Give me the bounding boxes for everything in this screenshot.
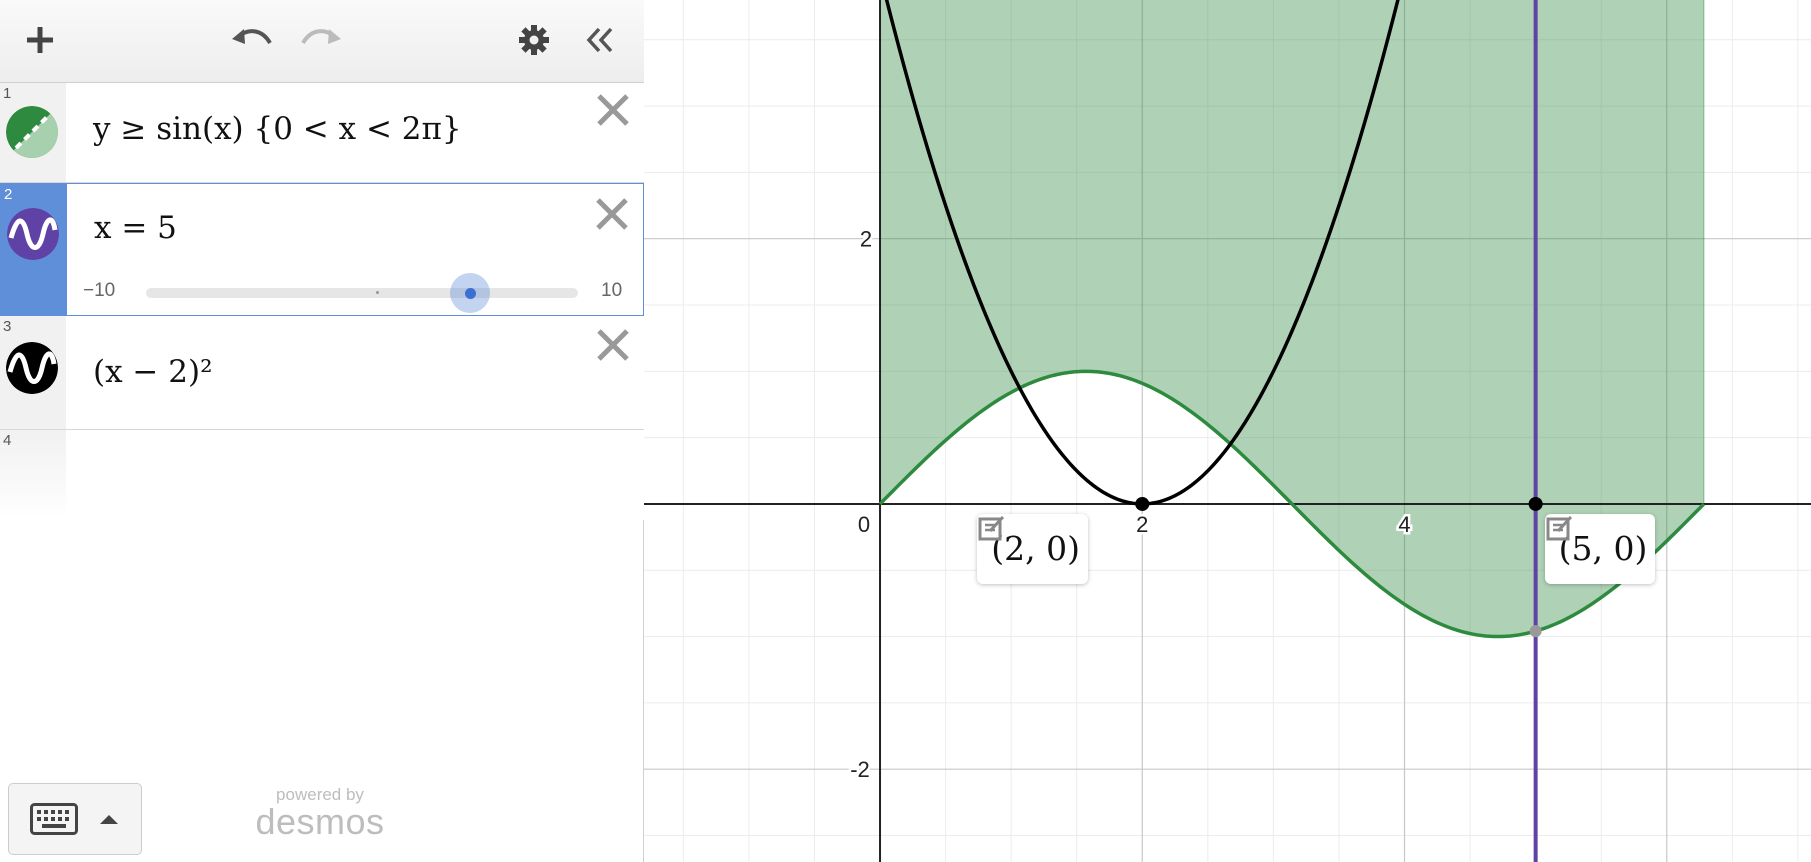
- slider-handle[interactable]: [450, 273, 490, 313]
- expression-math[interactable]: (x − 2)²: [93, 354, 213, 390]
- inequality-shading-icon[interactable]: [6, 106, 58, 158]
- x-tick-label-4: 4: [1398, 512, 1410, 537]
- settings-button[interactable]: [510, 16, 558, 64]
- edit-label-icon[interactable]: [977, 514, 1005, 542]
- powered-by-desmos[interactable]: powered by desmos: [250, 786, 390, 840]
- expression-row-1[interactable]: 1 y ≥ sin(x) {0 < x < 2π}: [0, 83, 644, 183]
- graph-canvas[interactable]: 0 2 4 2 -2: [644, 0, 1811, 862]
- slider-track[interactable]: [146, 288, 578, 298]
- point-coordinate-label[interactable]: (5, 0): [1544, 513, 1656, 584]
- expression-index: 4: [3, 432, 12, 449]
- expression-math[interactable]: x = 5: [94, 210, 177, 246]
- y-tick-label-2: 2: [860, 227, 872, 252]
- point-coordinate-label[interactable]: (2, 0): [977, 513, 1088, 584]
- expression-toolbar: [0, 0, 644, 83]
- double-chevron-left-icon: [586, 27, 613, 53]
- delete-expression-button[interactable]: [593, 195, 631, 233]
- expression-row-2[interactable]: 2 x = 5 −10 10: [0, 183, 644, 316]
- slider-handle-dot: [464, 287, 476, 299]
- plus-icon: [27, 27, 53, 53]
- delete-expression-button[interactable]: [594, 91, 632, 129]
- graph-paper[interactable]: 0 2 4 2 -2 (2, 0) (5, 0): [644, 0, 1811, 862]
- expression-gutter: 4: [0, 430, 66, 520]
- close-icon: [597, 329, 629, 361]
- expression-gutter: 2: [1, 184, 67, 315]
- slider-min-label[interactable]: −10: [83, 280, 115, 302]
- wave-icon[interactable]: [6, 342, 58, 394]
- close-icon: [596, 198, 628, 230]
- y-tick-label-neg2: -2: [850, 757, 870, 782]
- x-tick-label-0: 0: [858, 512, 870, 537]
- expression-slider[interactable]: −10 10: [81, 272, 631, 313]
- undo-icon: [232, 29, 272, 45]
- desmos-logo-text: desmos: [255, 801, 385, 842]
- expression-math[interactable]: y ≥ sin(x) {0 < x < 2π}: [93, 111, 462, 147]
- add-expression-button[interactable]: [16, 16, 64, 64]
- parabola-vertex-point: [1135, 496, 1150, 511]
- close-icon: [597, 94, 629, 126]
- expression-row-4[interactable]: 4: [0, 430, 644, 520]
- keyboard-icon: [30, 803, 78, 835]
- caret-up-icon: [100, 815, 118, 824]
- wave-icon[interactable]: [7, 208, 59, 260]
- line-curve-intersection-point: [1529, 625, 1542, 638]
- slider-zero-marker: [376, 291, 379, 294]
- edit-label-icon[interactable]: [1545, 514, 1573, 542]
- intersection-point: [1528, 496, 1543, 511]
- delete-expression-button[interactable]: [594, 326, 632, 364]
- slider-max-label[interactable]: 10: [601, 280, 622, 302]
- expression-row-3[interactable]: 3 (x − 2)²: [0, 316, 644, 430]
- expression-index: 1: [3, 85, 12, 102]
- x-tick-label-2: 2: [1136, 512, 1148, 537]
- expression-list-panel: 1 y ≥ sin(x) {0 < x < 2π} 2 x = 5 −10 10…: [0, 0, 644, 862]
- expression-index: 3: [3, 318, 12, 335]
- undo-button[interactable]: [228, 16, 276, 64]
- redo-icon: [301, 29, 341, 45]
- redo-button[interactable]: [297, 16, 345, 64]
- expression-gutter: 1: [0, 83, 66, 182]
- expression-index: 2: [4, 186, 13, 203]
- expression-gutter: 3: [0, 316, 66, 429]
- collapse-list-button[interactable]: [576, 16, 624, 64]
- keypad-toggle-button[interactable]: [8, 783, 142, 855]
- gear-icon: [519, 25, 549, 55]
